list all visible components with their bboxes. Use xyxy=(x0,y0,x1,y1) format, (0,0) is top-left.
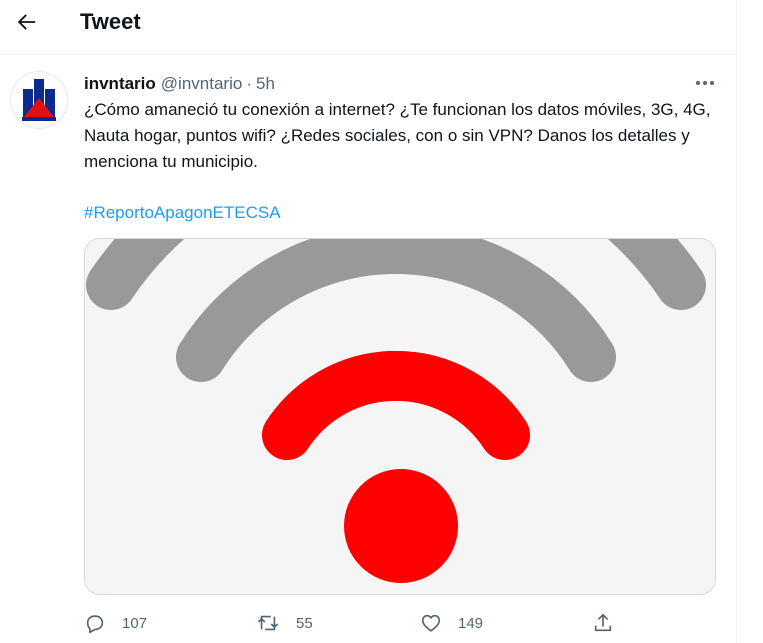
tweet-actions: 107 55 149 xyxy=(84,608,724,638)
heart-icon xyxy=(421,614,441,632)
like-count: 149 xyxy=(458,614,484,632)
avatar[interactable] xyxy=(10,71,68,129)
arrow-left-icon xyxy=(17,14,36,30)
author-line: invntario @invntario · 5h xyxy=(84,73,275,95)
page-header: Tweet xyxy=(0,0,736,55)
retweet-icon xyxy=(257,615,279,631)
separator-dot: · xyxy=(246,74,252,93)
share-button[interactable] xyxy=(592,608,614,638)
retweet-button[interactable]: 55 xyxy=(256,608,313,638)
more-icon xyxy=(696,81,714,85)
reply-button[interactable]: 107 xyxy=(84,608,147,638)
share-icon xyxy=(594,613,612,632)
back-button[interactable] xyxy=(10,5,44,39)
author-handle[interactable]: @invntario xyxy=(161,74,243,94)
hashtag-link[interactable]: #ReportoApagonETECSA xyxy=(84,200,281,226)
reply-icon xyxy=(86,615,104,634)
reply-count: 107 xyxy=(122,614,148,632)
avatar-logo xyxy=(10,71,68,129)
tweet-text: ¿Cómo amaneció tu conexión a internet? ¿… xyxy=(84,100,711,171)
page-title: Tweet xyxy=(80,9,141,34)
tweet-column: Tweet invntario @invntario · 5h ¿Cómo am… xyxy=(0,0,737,643)
retweet-count: 55 xyxy=(296,614,313,632)
like-button[interactable]: 149 xyxy=(420,608,483,638)
wifi-signal-image xyxy=(85,239,715,594)
more-options-button[interactable] xyxy=(692,72,718,94)
author-name[interactable]: invntario xyxy=(84,74,156,94)
tweet-media[interactable] xyxy=(84,238,716,595)
timestamp[interactable]: 5h xyxy=(256,74,275,94)
